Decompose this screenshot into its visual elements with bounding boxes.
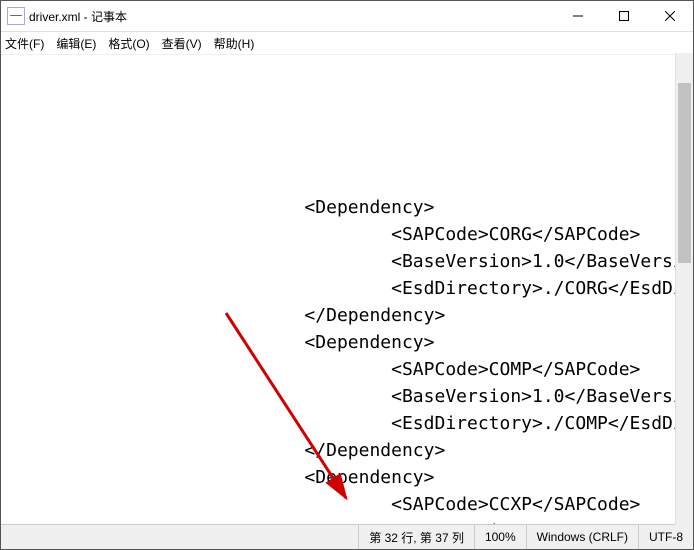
status-zoom: 100% xyxy=(474,525,526,549)
text-line: <Dependency> xyxy=(1,464,689,491)
text-line: <BaseVersion>2.2.1</BaseVersion> xyxy=(1,518,689,524)
maximize-button[interactable] xyxy=(601,1,647,31)
text-line: <SAPCode>CORG</SAPCode> xyxy=(1,221,689,248)
text-line: <Dependency> xyxy=(1,194,689,221)
menu-edit[interactable]: 编辑(E) xyxy=(56,35,96,52)
menu-format[interactable]: 格式(O) xyxy=(108,35,149,52)
scrollbar-thumb[interactable] xyxy=(678,83,691,263)
notepad-icon xyxy=(7,7,25,25)
status-encoding: UTF-8 xyxy=(638,525,693,549)
text-line: <BaseVersion>1.0</BaseVersion> xyxy=(1,383,689,410)
text-line: </Dependency> xyxy=(1,302,689,329)
notepad-window: driver.xml - 记事本 文件(F) 编辑(E) 格式(O) 查看(V)… xyxy=(0,0,694,550)
text-line: <Dependency> xyxy=(1,329,689,356)
minimize-button[interactable] xyxy=(555,1,601,31)
menu-file[interactable]: 文件(F) xyxy=(5,35,44,52)
close-button[interactable] xyxy=(647,1,693,31)
menu-view[interactable]: 查看(V) xyxy=(162,35,202,52)
text-line: <SAPCode>CCXP</SAPCode> xyxy=(1,491,689,518)
window-title: driver.xml - 记事本 xyxy=(29,8,555,25)
text-line: <EsdDirectory>./COMP</EsdDirectory> xyxy=(1,410,689,437)
text-editor[interactable]: <Dependency> <SAPCode>CORG</SAPCode> <Ba… xyxy=(1,54,693,524)
menu-help[interactable]: 帮助(H) xyxy=(214,35,255,52)
text-line: <SAPCode>COMP</SAPCode> xyxy=(1,356,689,383)
status-line-ending: Windows (CRLF) xyxy=(526,525,638,549)
text-line: <BaseVersion>1.0</BaseVersion> xyxy=(1,248,689,275)
text-line: <EsdDirectory>./CORG</EsdDirectory> xyxy=(1,275,689,302)
title-bar[interactable]: driver.xml - 记事本 xyxy=(1,1,693,32)
text-line: </Dependency> xyxy=(1,437,689,464)
status-position: 第 32 行, 第 37 列 xyxy=(358,525,474,549)
vertical-scrollbar[interactable] xyxy=(675,53,693,525)
menu-bar: 文件(F) 编辑(E) 格式(O) 查看(V) 帮助(H) xyxy=(1,32,693,54)
status-bar: 第 32 行, 第 37 列 100% Windows (CRLF) UTF-8 xyxy=(1,524,693,549)
